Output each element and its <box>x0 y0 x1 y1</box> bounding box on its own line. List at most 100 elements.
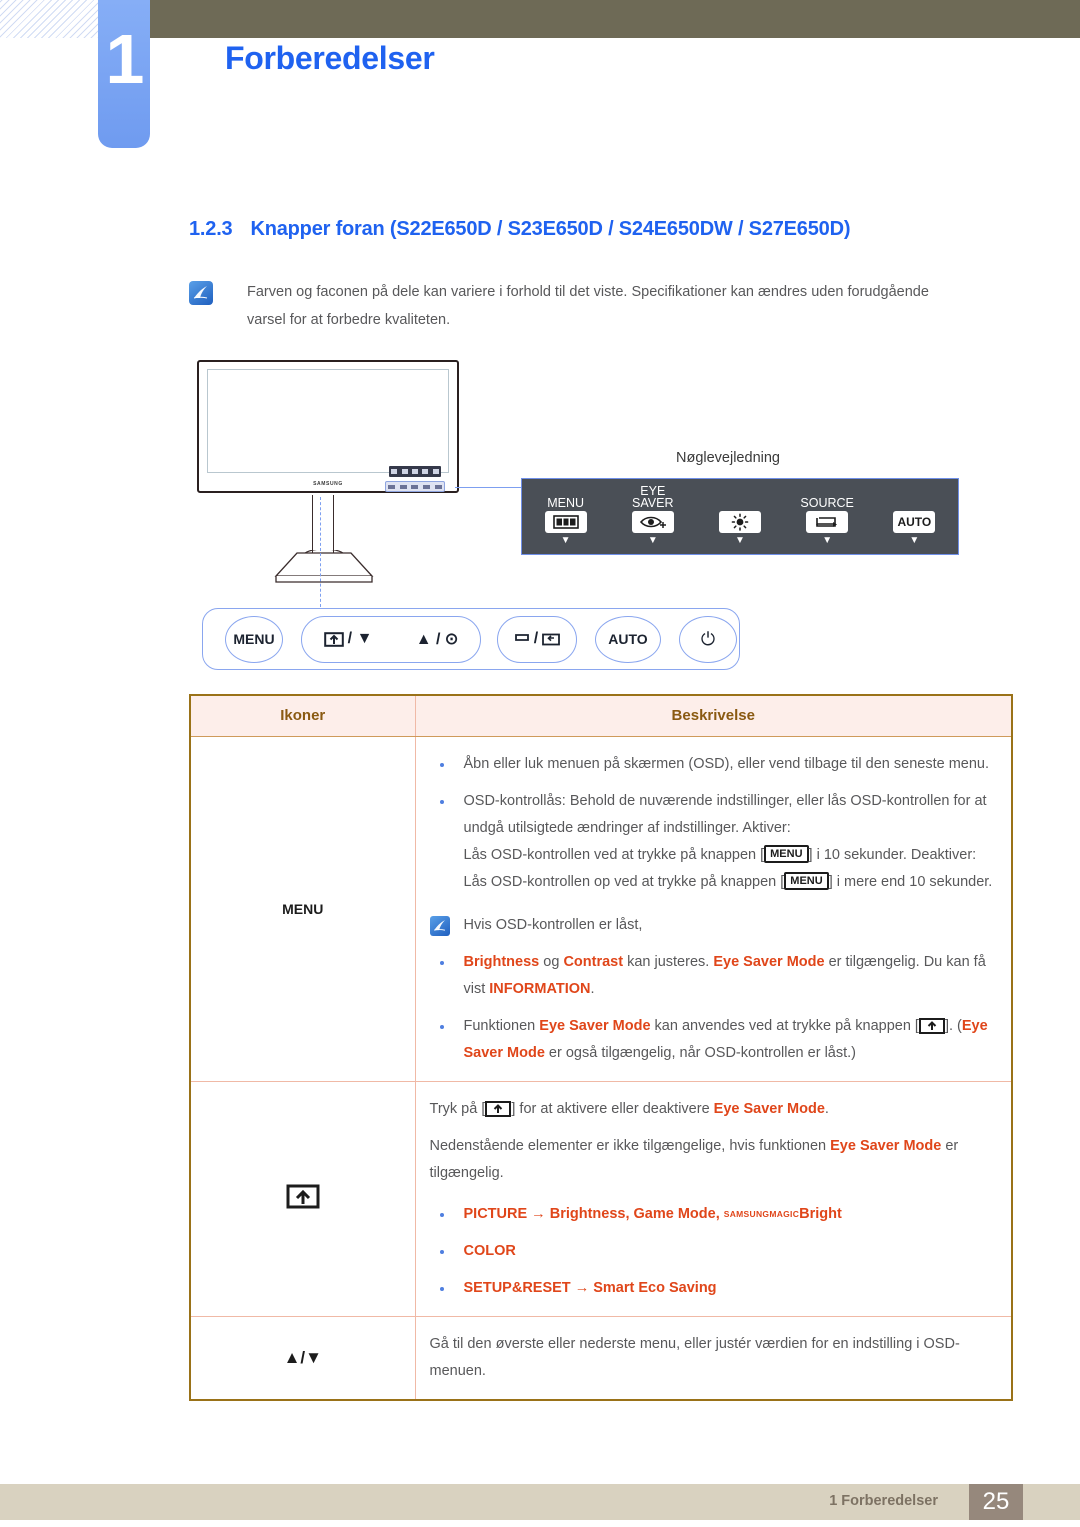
footer-text: 1 Forberedelser <box>829 1493 938 1509</box>
navigation-pill: / ▼ ▲ / ⊙ <box>301 615 481 663</box>
return-icon <box>542 633 561 645</box>
front-button-strip: MENU / ▼ ▲ / ⊙ / AUTO ⏻ <box>202 608 740 670</box>
body-text: ] for at aktivere eller deaktivere <box>511 1100 714 1117</box>
highlight-term: Eye Saver Mode <box>713 953 825 970</box>
table-header-icons: Ikoner <box>189 694 416 737</box>
menu-bars-icon <box>544 511 587 533</box>
lock-line-1-pre: Lås OSD-kontrollen ved at trykke på knap… <box>463 846 765 863</box>
source-return-button[interactable]: / <box>497 615 577 663</box>
table-row: MENU Åbn eller luk menuen på skærmen (OS… <box>189 735 1013 1082</box>
magic-magic: MAGIC <box>769 1208 800 1219</box>
power-button[interactable]: ⏻ <box>679 615 737 663</box>
menu-path-pre: PICTURE <box>463 1205 528 1222</box>
body-text: Funktionen <box>463 1017 540 1034</box>
key-guide-arrow: ▼ <box>560 535 571 546</box>
row-icon-eye-saver <box>189 1080 416 1317</box>
highlight-term: Eye Saver Mode <box>539 1017 651 1034</box>
row-icon-updown: ▲/▼ <box>189 1315 416 1401</box>
monitor-stand-neck <box>312 495 334 557</box>
leader-line-dashed <box>320 497 321 607</box>
eye-saver-icon <box>485 1100 512 1117</box>
menu-bullet-list: PICTURE → Brightness, Game Mode, SAMSUNG… <box>430 1201 994 1302</box>
auto-button[interactable]: AUTO <box>595 615 661 663</box>
monitor-body: SAMSUNG <box>197 360 459 493</box>
list-item-text: OSD-kontrollås: Behold de nuværende inds… <box>463 792 987 836</box>
key-guide-item-brightness[interactable]: ▼ <box>701 483 779 546</box>
monitor-control-buttons <box>385 481 445 492</box>
page-number: 25 <box>969 1484 1023 1520</box>
leader-line-horizontal <box>455 487 523 488</box>
note-icon <box>429 915 450 936</box>
menu-path-color: COLOR <box>463 1242 516 1259</box>
up-enter-button[interactable]: ▲ / ⊙ <box>416 629 459 649</box>
eye-plus-icon <box>631 511 674 533</box>
key-guide-item-source[interactable]: SOURCE ▼ <box>788 483 866 546</box>
source-return-slash: / <box>533 630 539 647</box>
chapter-title: Forberedelser <box>225 40 435 76</box>
magic-brand-icon: SAMSUNGMAGIC <box>723 1208 800 1219</box>
key-guide-arrow: ▼ <box>735 535 745 546</box>
monitor-logo: SAMSUNG <box>313 481 343 487</box>
monitor-stand-base <box>273 550 375 588</box>
magic-samsung: SAMSUNG <box>723 1208 770 1219</box>
brightness-icon <box>718 511 761 533</box>
eye-saver-icon <box>286 1184 320 1209</box>
section-number: 1.2.3 <box>189 218 233 240</box>
highlight-term: INFORMATION <box>489 980 591 997</box>
sub-bullet-rich-1: Funktionen Eye Saver Mode kan anvendes v… <box>463 1017 988 1061</box>
eyesaver-down-label: / ▼ <box>347 630 373 647</box>
key-guide-label: Nøglevejledning <box>676 450 780 466</box>
body-text: Nedenstående elementer er ikke tilgængel… <box>429 1137 831 1154</box>
highlight-term: Eye Saver Mode <box>713 1100 825 1117</box>
body-text: . <box>824 1100 829 1117</box>
header-hatch-decoration <box>0 0 113 38</box>
header-bar <box>113 0 1080 38</box>
eye-saver-line2: Nedenstående elementer er ikke tilgængel… <box>430 1133 994 1187</box>
key-guide-item-auto[interactable]: AUTO ▼ <box>875 483 953 546</box>
key-guide-caption-line2: SAVER <box>632 496 674 510</box>
list-item: PICTURE → Brightness, Game Mode, SAMSUNG… <box>430 1201 994 1228</box>
body-text: . <box>590 980 595 997</box>
key-guide-arrow: ▼ <box>647 535 658 546</box>
monitor-control-labels <box>389 466 441 477</box>
table-header-row: Ikoner Beskrivelse <box>189 694 1013 737</box>
eye-saver-icon <box>323 631 344 647</box>
body-text: kan anvendes ved at trykke på knappen [ <box>650 1017 919 1034</box>
list-item: Brightness og Contrast kan justeres. Eye… <box>430 949 994 1003</box>
menu-button[interactable]: MENU <box>225 615 283 663</box>
eye-saver-line1-rich: Tryk på [] for at aktivere eller deaktiv… <box>430 1100 829 1117</box>
key-guide-item-menu[interactable]: MENU ▼ <box>527 483 605 546</box>
section-title: Knapper foran (S22E650D / S23E650D / S24… <box>250 218 851 240</box>
key-guide-caption: EYE SAVER <box>614 483 692 510</box>
list-item: SETUP&RESET → Smart Eco Saving <box>430 1275 994 1302</box>
eyesaver-down-button[interactable]: / ▼ <box>323 630 373 648</box>
eye-saver-line1: Tryk på [] for at aktivere eller deaktiv… <box>430 1096 994 1123</box>
source-loop-icon <box>514 633 529 641</box>
key-guide-arrow: ▼ <box>909 535 920 546</box>
monitor-screen <box>207 369 449 473</box>
key-guide-caption: MENU <box>527 483 605 510</box>
menu-path-post: Smart Eco Saving <box>593 1279 717 1296</box>
highlight-term: Brightness <box>463 953 540 970</box>
monitor-illustration: SAMSUNG <box>189 360 489 595</box>
note-icon <box>189 281 213 305</box>
menu-path-arrow: → <box>570 1279 594 1296</box>
table-row: ▲/▼ Gå til den øverste eller nederste me… <box>189 1315 1013 1401</box>
eye-saver-line2-rich: Nedenstående elementer er ikke tilgængel… <box>430 1138 959 1181</box>
menu-keycap: MENU <box>784 871 829 890</box>
lock-line-1-post: ] i 10 sekunder. <box>808 846 907 863</box>
body-text: og <box>539 953 564 970</box>
key-guide-item-eye-saver[interactable]: EYE SAVER ▼ <box>614 483 692 546</box>
menu-path-post: Brightness, Game Mode, <box>549 1205 724 1222</box>
table-header-description: Beskrivelse <box>414 694 1013 737</box>
key-guide-panel: MENU ▼ EYE SAVER ▼ ▼ SOURCE ▼ AUTO ▼ <box>521 478 959 555</box>
note-text: Farven og faconen på dele kan variere i … <box>247 284 929 328</box>
menu-path-arrow: → <box>527 1205 550 1222</box>
row-icon-menu: MENU <box>189 735 416 1082</box>
bullet-list: Åbn eller luk menuen på skærmen (OSD), e… <box>430 751 994 896</box>
sub-note-text: Hvis OSD-kontrollen er låst, <box>463 916 643 933</box>
section-heading: 1.2.3 Knapper foran (S22E650D / S23E650D … <box>189 218 850 241</box>
source-loop-icon <box>806 511 849 533</box>
list-item: Åbn eller luk menuen på skærmen (OSD), e… <box>430 751 994 778</box>
row-description-menu: Åbn eller luk menuen på skærmen (OSD), e… <box>414 735 1013 1082</box>
